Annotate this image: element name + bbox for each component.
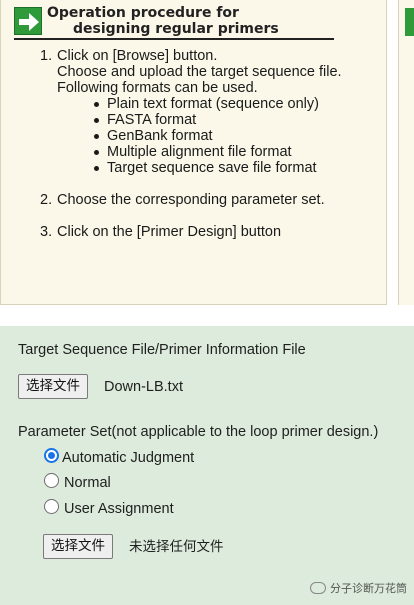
format-list: Plain text format (sequence only) FASTA …	[94, 96, 342, 176]
target-file-label: Target Sequence File/Primer Information …	[18, 342, 306, 358]
arrow-right-icon	[405, 8, 414, 36]
format-list-item: Multiple alignment file format	[94, 144, 342, 160]
radio-user-assignment[interactable]	[44, 499, 59, 514]
wechat-icon	[310, 582, 326, 594]
no-file-selected-text: 未选择任何文件	[129, 539, 224, 555]
format-list-item: Plain text format (sequence only)	[94, 96, 342, 112]
instruction-panel: Operation procedure for designing regula…	[0, 0, 387, 305]
step-text: Following formats can be used.	[57, 80, 258, 96]
step-number: 1.	[40, 48, 53, 64]
step-number: 2.	[40, 192, 53, 208]
step-1: 1. Click on [Browse] button. Choose and …	[40, 48, 342, 176]
radio-automatic-judgment[interactable]	[44, 448, 59, 463]
selected-file-name: Down-LB.txt	[104, 379, 183, 395]
parameter-set-label: Parameter Set(not applicable to the loop…	[18, 424, 379, 440]
step-3: 3. Click on the [Primer Design] button	[40, 224, 342, 240]
title-divider	[14, 38, 334, 40]
step-2: 2. Choose the corresponding parameter se…	[40, 192, 342, 208]
adjacent-panel-edge	[398, 0, 414, 305]
step-text: Choose and upload the target sequence fi…	[57, 64, 342, 80]
instruction-title: Operation procedure for designing regula…	[47, 5, 337, 37]
instruction-title-line2: designing regular primers	[73, 21, 279, 37]
radio-label-normal[interactable]: Normal	[64, 475, 111, 492]
browse-button-parameter-file[interactable]: 选择文件	[43, 534, 113, 559]
format-list-item: Target sequence save file format	[94, 160, 342, 176]
step-number: 3.	[40, 224, 53, 240]
arrow-right-icon	[14, 7, 42, 35]
step-text: Choose the corresponding parameter set.	[57, 192, 325, 208]
browse-button-target-file[interactable]: 选择文件	[18, 374, 88, 399]
instruction-steps: 1. Click on [Browse] button. Choose and …	[40, 48, 342, 240]
radio-normal[interactable]	[44, 473, 59, 488]
watermark-text: 分子诊断万花筒	[330, 582, 407, 595]
step-text: Click on [Browse] button.	[57, 48, 218, 64]
format-list-item: FASTA format	[94, 112, 342, 128]
instruction-title-line1: Operation procedure for	[47, 5, 239, 21]
radio-label-user-assignment[interactable]: User Assignment	[64, 501, 174, 518]
radio-label-automatic-judgment[interactable]: Automatic Judgment	[62, 450, 194, 467]
format-list-item: GenBank format	[94, 128, 342, 144]
step-text: Click on the [Primer Design] button	[57, 224, 282, 240]
